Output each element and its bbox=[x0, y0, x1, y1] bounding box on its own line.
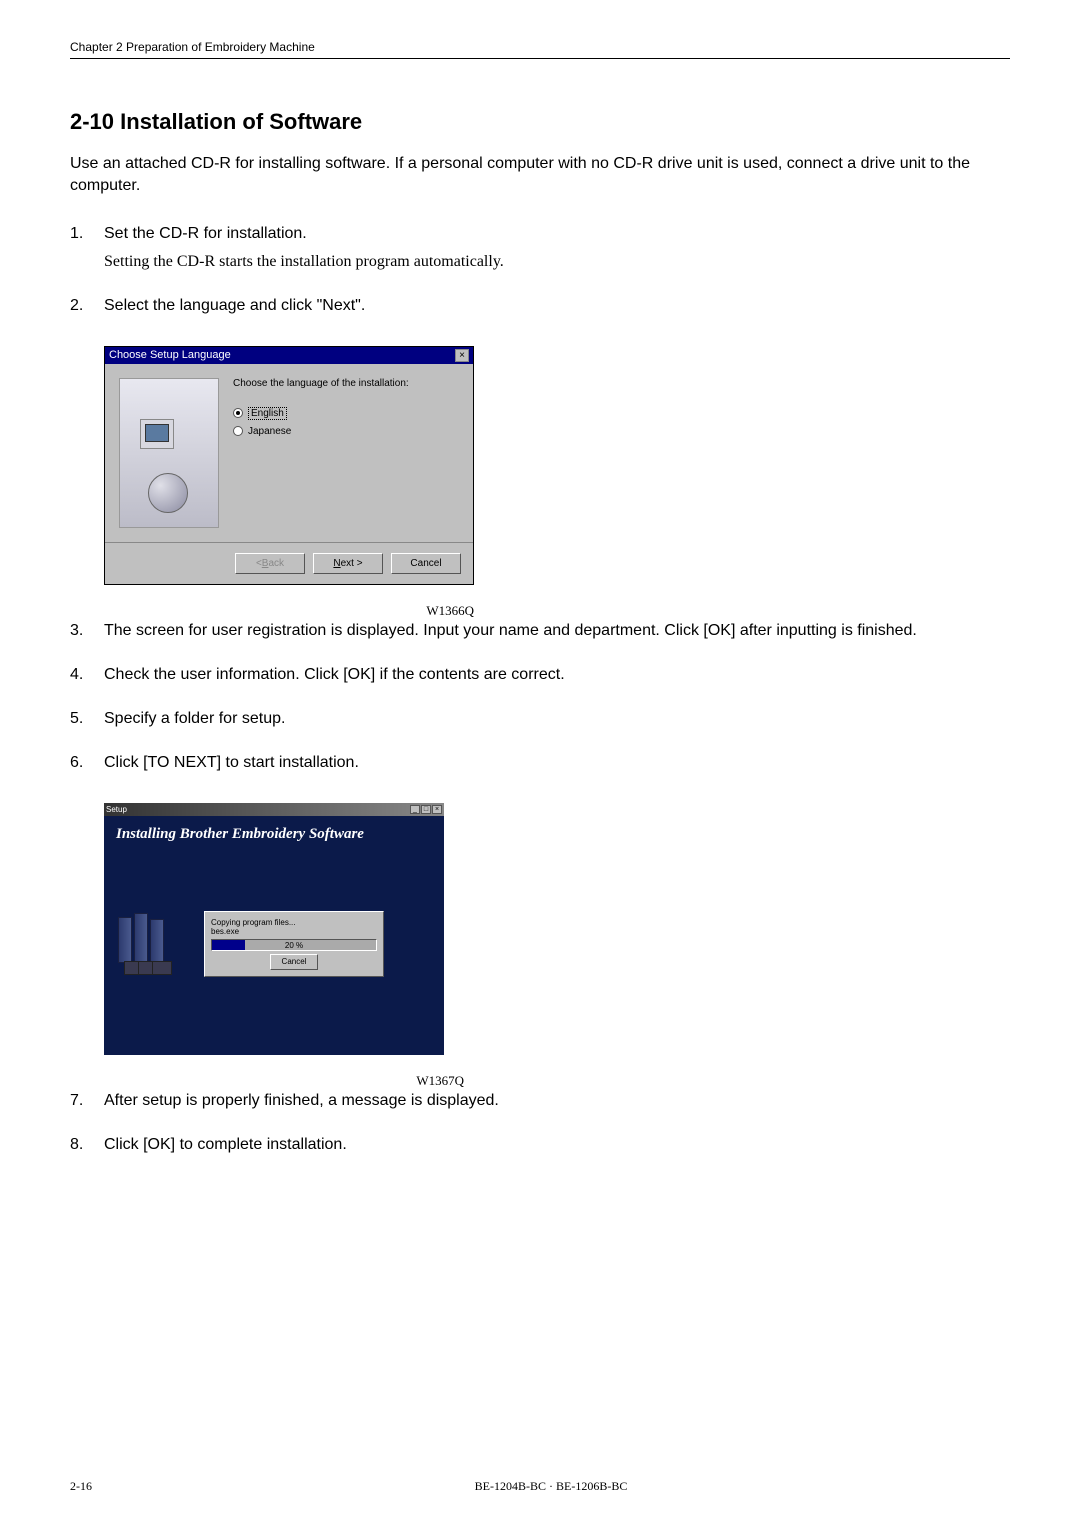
dialog-title: Choose Setup Language bbox=[109, 349, 231, 361]
step-number: 5. bbox=[70, 707, 104, 731]
dialog-instruction: Choose the language of the installation: bbox=[233, 378, 459, 389]
close-icon[interactable]: × bbox=[432, 805, 442, 814]
section-title: 2-10 Installation of Software bbox=[70, 109, 1010, 135]
step-text: After setup is properly finished, a mess… bbox=[104, 1089, 1010, 1113]
back-button: < Back bbox=[235, 553, 305, 574]
maximize-icon[interactable]: □ bbox=[421, 805, 431, 814]
step-2: 2. Select the language and click "Next". bbox=[70, 294, 1010, 318]
step-6: 6. Click [TO NEXT] to start installation… bbox=[70, 751, 1010, 775]
step-number: 3. bbox=[70, 619, 104, 643]
step-number: 1. bbox=[70, 222, 104, 274]
cancel-button[interactable]: Cancel bbox=[391, 553, 461, 574]
step-number: 2. bbox=[70, 294, 104, 318]
computer-icon bbox=[140, 419, 174, 449]
intro-text: Use an attached CD-R for installing soft… bbox=[70, 153, 1010, 198]
step-text: Click [TO NEXT] to start installation. bbox=[104, 751, 1010, 775]
radio-japanese[interactable]: Japanese bbox=[233, 426, 459, 437]
dialog-titlebar: Choose Setup Language × bbox=[105, 347, 473, 364]
disk-icon bbox=[152, 961, 172, 975]
progress-bar: 20 % bbox=[211, 939, 377, 951]
step-3: 3. The screen for user registration is d… bbox=[70, 619, 1010, 643]
figure-ref-1: W1366Q bbox=[104, 603, 474, 619]
choose-language-dialog: Choose Setup Language × Choose the langu… bbox=[104, 346, 474, 585]
page-number: 2-16 bbox=[70, 1479, 92, 1494]
step-text: Set the CD-R for installation. bbox=[104, 222, 1010, 246]
radio-selected-icon bbox=[233, 408, 243, 418]
progress-percent: 20 % bbox=[212, 940, 376, 952]
install-heading: Installing Brother Embroidery Software bbox=[104, 816, 444, 853]
step-4: 4. Check the user information. Click [OK… bbox=[70, 663, 1010, 687]
step-1: 1. Set the CD-R for installation. Settin… bbox=[70, 222, 1010, 274]
radio-label: English bbox=[248, 407, 287, 420]
step-5: 5. Specify a folder for setup. bbox=[70, 707, 1010, 731]
setup-splash-image bbox=[119, 378, 219, 528]
step-text: The screen for user registration is disp… bbox=[104, 619, 1010, 643]
step-text: Specify a folder for setup. bbox=[104, 707, 1010, 731]
next-button[interactable]: Next > bbox=[313, 553, 383, 574]
close-icon[interactable]: × bbox=[455, 349, 469, 362]
step-subnote: Setting the CD-R starts the installation… bbox=[104, 250, 1010, 274]
step-8: 8. Click [OK] to complete installation. bbox=[70, 1133, 1010, 1157]
footer-model: BE-1204B-BC · BE-1206B-BC bbox=[475, 1479, 628, 1494]
window-titlebar: Setup _ □ × bbox=[104, 803, 444, 816]
step-text: Check the user information. Click [OK] i… bbox=[104, 663, 1010, 687]
chapter-header: Chapter 2 Preparation of Embroidery Mach… bbox=[70, 40, 1010, 59]
step-text: Select the language and click "Next". bbox=[104, 294, 1010, 318]
step-number: 4. bbox=[70, 663, 104, 687]
page-footer: 2-16 BE-1204B-BC · BE-1206B-BC bbox=[70, 1479, 1010, 1494]
cancel-button[interactable]: Cancel bbox=[270, 954, 318, 970]
step-number: 6. bbox=[70, 751, 104, 775]
progress-line2: bes.exe bbox=[211, 927, 377, 936]
step-number: 7. bbox=[70, 1089, 104, 1113]
progress-panel: Copying program files... bes.exe 20 % Ca… bbox=[204, 911, 384, 977]
minimize-icon[interactable]: _ bbox=[410, 805, 420, 814]
globe-icon bbox=[148, 473, 188, 513]
radio-english[interactable]: English bbox=[233, 407, 459, 420]
progress-line1: Copying program files... bbox=[211, 918, 377, 927]
step-number: 8. bbox=[70, 1133, 104, 1157]
radio-label: Japanese bbox=[248, 426, 291, 437]
step-7: 7. After setup is properly finished, a m… bbox=[70, 1089, 1010, 1113]
figure-ref-2: W1367Q bbox=[104, 1073, 464, 1089]
window-title: Setup bbox=[106, 805, 127, 814]
step-text: Click [OK] to complete installation. bbox=[104, 1133, 1010, 1157]
radio-icon bbox=[233, 426, 243, 436]
install-progress-window: Setup _ □ × Installing Brother Embroider… bbox=[104, 803, 444, 1055]
books-graphic bbox=[116, 913, 176, 983]
